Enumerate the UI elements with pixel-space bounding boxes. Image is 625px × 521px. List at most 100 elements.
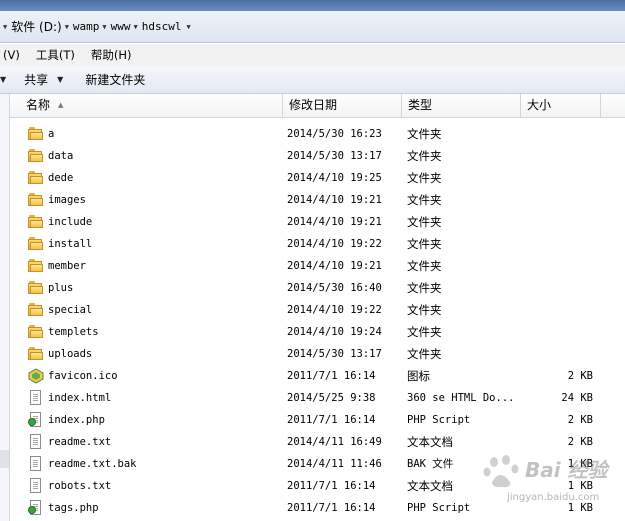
file-name: images [48, 194, 86, 206]
folder-icon [28, 302, 44, 318]
breadcrumb-arrow-icon[interactable]: ▼ [65, 23, 69, 31]
chevron-down-icon: ▼ [57, 75, 64, 84]
baidu-jingyan-watermark: Bai 经验 jingyan.baidu.com [482, 450, 622, 512]
share-button[interactable]: 共享 ▼ [24, 71, 63, 88]
file-row[interactable]: data 2014/5/30 13:17 文件夹 [10, 145, 625, 167]
file-type: 文件夹 [407, 281, 442, 295]
breadcrumb-arrow-icon[interactable]: ▼ [134, 23, 138, 31]
file-date: 2014/5/25 9:38 [287, 392, 376, 404]
file-date: 2014/4/10 19:21 [287, 194, 382, 206]
file-row[interactable]: include 2014/4/10 19:21 文件夹 [10, 211, 625, 233]
file-row[interactable]: index.html 2014/5/25 9:38 360 se HTML Do..… [10, 387, 625, 409]
file-row[interactable]: a 2014/5/30 16:23 文件夹 [10, 123, 625, 145]
menu-help[interactable]: 帮助(H) [91, 47, 132, 63]
file-row[interactable]: favicon.ico 2011/7/1 16:14 图标 2 KB [10, 365, 625, 387]
file-row[interactable]: special 2014/4/10 19:22 文件夹 [10, 299, 625, 321]
file-type: 360 se HTML Do... [407, 392, 515, 404]
share-label: 共享 [24, 73, 49, 87]
file-row[interactable]: plus 2014/5/30 16:40 文件夹 [10, 277, 625, 299]
file-type: 图标 [407, 369, 430, 383]
file-type: PHP Script [407, 414, 471, 426]
file-type: 文本文档 [407, 479, 453, 493]
file-type: 文件夹 [407, 171, 442, 185]
breadcrumb-wamp[interactable]: ▼ wamp [65, 20, 100, 33]
breadcrumb-drive[interactable]: ▼ 软件 (D:) [3, 18, 62, 35]
file-name: templets [48, 326, 99, 338]
file-size [522, 189, 593, 211]
file-name: robots.txt [48, 480, 112, 492]
breadcrumb-label[interactable]: 软件 (D:) [11, 18, 61, 35]
folder-icon [28, 148, 44, 164]
column-header-size[interactable]: 大小 [521, 94, 601, 117]
watermark-url: jingyan.baidu.com [507, 492, 600, 503]
breadcrumb-dropdown-icon[interactable]: ▼ [186, 23, 190, 31]
breadcrumb-www[interactable]: ▼ www [102, 20, 130, 33]
address-bar[interactable]: ▼ 软件 (D:) ▼ wamp ▼ www ▼ hdscwl ▼ [0, 11, 625, 43]
file-date: 2014/5/30 16:40 [287, 282, 382, 294]
file-name: favicon.ico [48, 370, 118, 382]
column-header-name[interactable]: 名称 ▲ [10, 94, 283, 117]
file-size [522, 321, 593, 343]
file-size: 24 KB [561, 392, 593, 404]
file-row[interactable]: member 2014/4/10 19:21 文件夹 [10, 255, 625, 277]
file-row[interactable]: dede 2014/4/10 19:25 文件夹 [10, 167, 625, 189]
breadcrumb-arrow-icon[interactable]: ▼ [3, 23, 7, 31]
file-row[interactable]: images 2014/4/10 19:21 文件夹 [10, 189, 625, 211]
breadcrumb-hdscwl[interactable]: ▼ hdscwl ▼ [134, 20, 195, 33]
file-type: 文件夹 [407, 193, 442, 207]
column-date-label: 修改日期 [289, 98, 338, 112]
new-folder-button[interactable]: 新建文件夹 [85, 71, 145, 88]
file-date: 2014/4/10 19:21 [287, 260, 382, 272]
file-name: tags.php [48, 502, 99, 514]
folder-icon [28, 258, 44, 274]
watermark-text: Bai 经验 [525, 458, 608, 482]
html-file-icon [28, 390, 44, 406]
file-name: dede [48, 172, 74, 184]
column-header-date[interactable]: 修改日期 [283, 94, 402, 117]
file-size [522, 233, 593, 255]
menu-tools[interactable]: 工具(T) [36, 47, 75, 63]
text-file-icon [28, 434, 44, 450]
file-date: 2011/7/1 16:14 [287, 502, 376, 514]
file-date: 2014/4/11 16:49 [287, 436, 382, 448]
menu-view[interactable]: (V) [3, 48, 20, 62]
folder-icon [28, 346, 44, 362]
file-name: include [48, 216, 93, 228]
folder-icon [28, 280, 44, 296]
new-folder-label: 新建文件夹 [85, 73, 146, 87]
breadcrumb-label[interactable]: hdscwl [142, 20, 182, 33]
breadcrumb-arrow-icon[interactable]: ▼ [102, 23, 106, 31]
file-size [522, 299, 593, 321]
column-header-type[interactable]: 类型 [402, 94, 521, 117]
navigation-pane[interactable] [0, 94, 10, 521]
file-date: 2014/4/10 19:24 [287, 326, 382, 338]
file-name: index.php [48, 414, 105, 426]
file-row[interactable]: templets 2014/4/10 19:24 文件夹 [10, 321, 625, 343]
window-title-strip [0, 0, 625, 11]
file-size [522, 255, 593, 277]
baidu-paw-logo [483, 455, 519, 488]
file-date: 2014/4/10 19:25 [287, 172, 382, 184]
file-row[interactable]: uploads 2014/5/30 13:17 文件夹 [10, 343, 625, 365]
file-row[interactable]: install 2014/4/10 19:22 文件夹 [10, 233, 625, 255]
file-row[interactable]: index.php 2011/7/1 16:14 PHP Script 2 KB [10, 409, 625, 431]
file-date: 2014/4/10 19:21 [287, 216, 382, 228]
file-size [522, 167, 593, 189]
file-size [522, 277, 593, 299]
navigation-selected-item[interactable] [0, 450, 9, 468]
file-type: 文件夹 [407, 325, 442, 339]
file-type: PHP Script [407, 502, 471, 514]
file-type: 文件夹 [407, 303, 442, 317]
folder-icon [28, 170, 44, 186]
breadcrumb-label[interactable]: www [111, 20, 131, 33]
column-type-label: 类型 [408, 98, 433, 112]
folder-icon [28, 192, 44, 208]
file-date: 2011/7/1 16:14 [287, 414, 376, 426]
file-size [522, 343, 593, 365]
breadcrumb-label[interactable]: wamp [73, 20, 100, 33]
file-name: member [48, 260, 86, 272]
file-name: a [48, 128, 55, 140]
file-date: 2014/4/10 19:22 [287, 238, 382, 250]
toolbar-overflow-icon[interactable]: ▼ [0, 75, 6, 84]
folder-icon [28, 324, 44, 340]
